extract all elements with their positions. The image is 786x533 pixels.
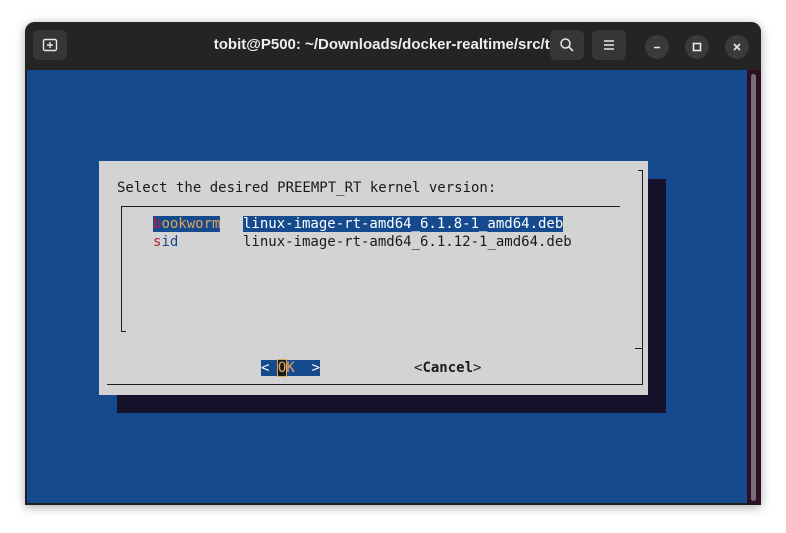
close-button[interactable] [725, 35, 749, 59]
menu-box-right-mark [635, 348, 643, 349]
cancel-bracket-right: > [473, 360, 482, 376]
maximize-button[interactable] [685, 35, 709, 59]
minimize-button[interactable] [645, 35, 669, 59]
minimize-icon [654, 46, 660, 49]
close-icon [733, 43, 741, 51]
menu-button[interactable] [592, 30, 626, 60]
menu-item-value: linux-image-rt-amd64_6.1.12-1_amd64.deb [243, 234, 572, 250]
tag-rest: ookworm [161, 216, 221, 232]
menu-box-bottom-left [121, 331, 126, 332]
search-icon [560, 38, 574, 52]
ok-button[interactable]: < OK > [261, 359, 321, 377]
menu-item-tag: sid [153, 234, 178, 250]
dialog-prompt: Select the desired PREEMPT_RT kernel ver… [117, 180, 497, 196]
tag-rest: id [161, 234, 179, 250]
scrollbar-thumb[interactable] [751, 74, 756, 501]
hamburger-menu-icon [604, 40, 614, 50]
cancel-label: Cancel [422, 360, 474, 376]
menu-box-top [121, 206, 620, 207]
terminal-scrollbar[interactable] [747, 70, 761, 505]
dialog-border-right [642, 170, 643, 384]
cancel-button[interactable]: <Cancel> [414, 360, 481, 376]
ok-bracket-right: > [311, 360, 321, 376]
kernel-select-dialog: Select the desired PREEMPT_RT kernel ver… [99, 161, 648, 395]
title-bar: tobit@P500: ~/Downloads/docker-realtime/… [25, 22, 761, 70]
menu-item-tag: bookworm [153, 216, 221, 232]
search-button[interactable] [550, 30, 584, 60]
menu-box-left [121, 206, 122, 332]
dialog-border-bottom [107, 384, 643, 385]
ok-rest: K [286, 360, 295, 376]
maximize-icon [692, 42, 702, 52]
menu-item-value: linux-image-rt-amd64_6.1.8-1_amd64.deb [243, 216, 564, 232]
